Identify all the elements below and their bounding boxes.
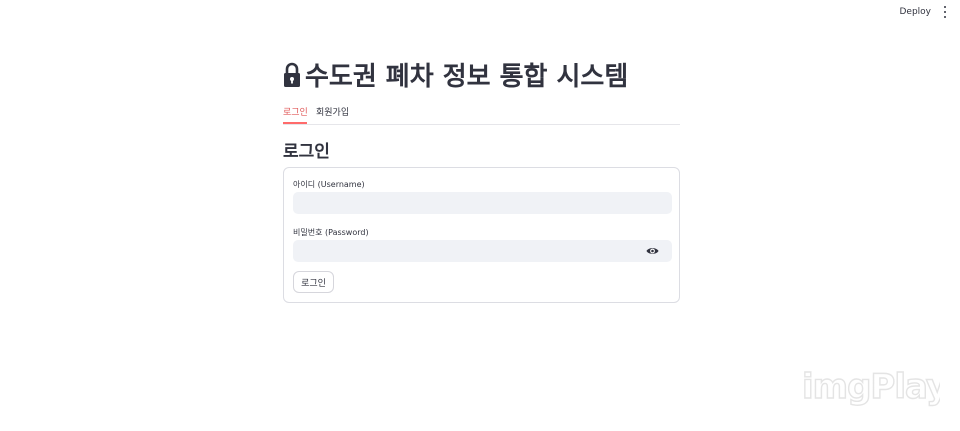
page-title: 수도권 폐차 정보 통합 시스템	[283, 56, 628, 93]
deploy-button[interactable]: Deploy	[899, 7, 931, 17]
login-form: 아이디 (Username) 비밀번호 (Password) 로그인	[283, 167, 680, 303]
password-label: 비밀번호 (Password)	[293, 228, 369, 237]
imgplay-watermark: imgPlay	[801, 366, 940, 407]
tab-bar: 로그인 회원가입	[283, 103, 680, 125]
active-tab-indicator	[283, 122, 307, 124]
page-title-text: 수도권 폐차 정보 통합 시스템	[305, 62, 629, 92]
login-submit-button[interactable]: 로그인	[293, 271, 334, 293]
tab-signup[interactable]: 회원가입	[316, 105, 349, 118]
tab-login[interactable]: 로그인	[283, 105, 308, 118]
login-heading: 로그인	[283, 142, 330, 162]
username-label: 아이디 (Username)	[293, 180, 365, 189]
password-input[interactable]	[293, 240, 672, 262]
username-input[interactable]	[293, 192, 672, 214]
lock-icon	[284, 62, 300, 87]
top-toolbar: Deploy	[0, 0, 960, 26]
eye-icon[interactable]	[646, 246, 659, 256]
watermark-text: imgPlay	[802, 367, 940, 407]
more-vertical-icon[interactable]	[942, 6, 948, 18]
